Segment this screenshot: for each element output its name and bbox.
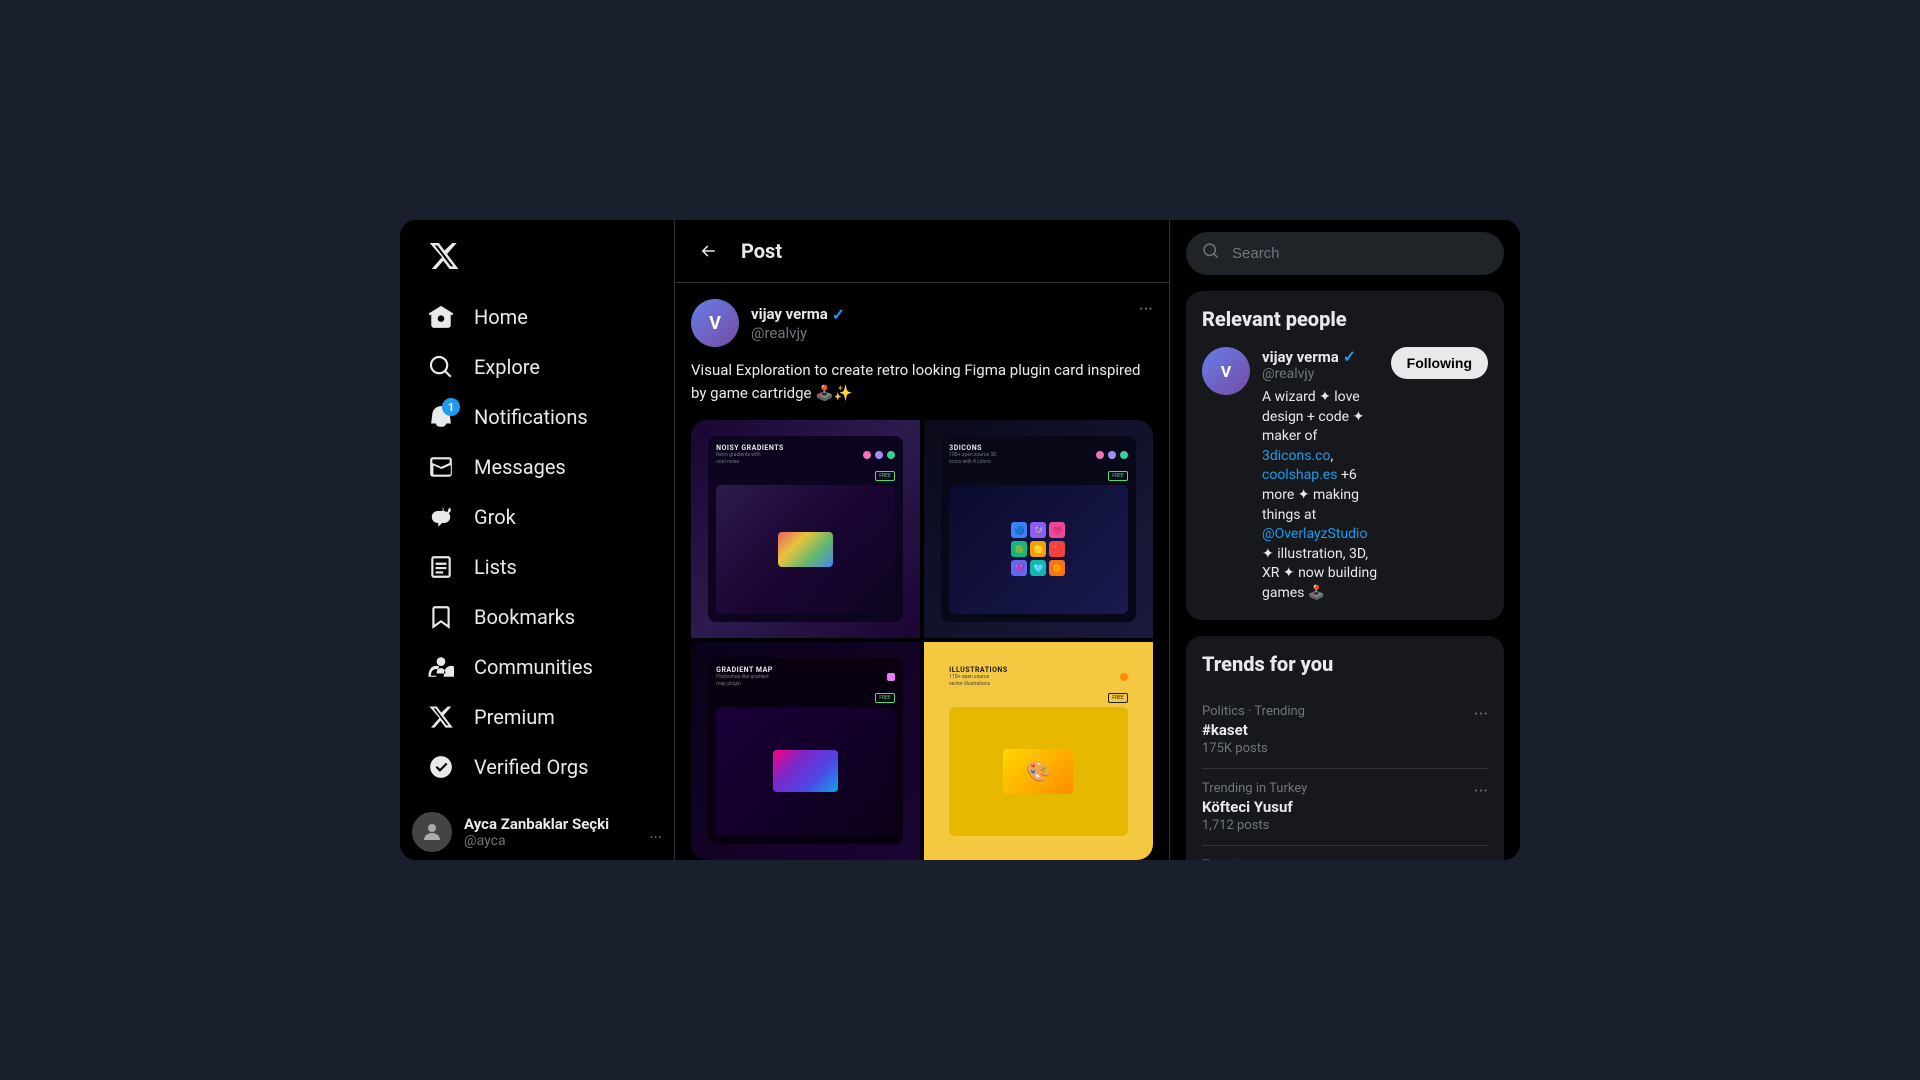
bookmark-icon <box>428 604 454 630</box>
trends-title: Trends for you <box>1202 652 1488 676</box>
nav-lists-label: Lists <box>474 555 517 579</box>
post-header: Post <box>675 220 1169 283</box>
nav-lists[interactable]: Lists <box>412 542 662 592</box>
trend-count-2: 1,712 posts <box>1202 818 1307 833</box>
tweet-author: V vijay verma ✓ @realvjy ··· <box>691 299 1153 347</box>
nav-explore-label: Explore <box>474 355 540 379</box>
card-illustrations[interactable]: ILLUSTRATIONS 110+ open sourcevector ill… <box>924 642 1153 860</box>
nav-messages-label: Messages <box>474 455 566 479</box>
nav-home[interactable]: Home <box>412 292 662 342</box>
home-icon <box>428 304 454 330</box>
search-input[interactable] <box>1232 245 1488 262</box>
trends-section: Trends for you Politics · Trending #kase… <box>1186 636 1504 860</box>
nav-premium[interactable]: Premium <box>412 692 662 742</box>
person-avatar: V <box>1202 347 1250 395</box>
post-page-title: Post <box>741 239 782 263</box>
tweet-images: NOISY GRADIENTS Retro gradients withcool… <box>691 420 1153 860</box>
person-info: vijay verma ✓ @realvjy A wizard ✦ love d… <box>1262 347 1379 604</box>
person-handle: @realvjy <box>1262 366 1379 382</box>
nav-messages[interactable]: Messages <box>412 442 662 492</box>
bio-link-1[interactable]: 3dicons.co <box>1262 448 1330 464</box>
card-noisy-gradients[interactable]: NOISY GRADIENTS Retro gradients withcool… <box>691 420 920 638</box>
verified-icon: ✓ <box>832 305 845 324</box>
nav-verified-orgs[interactable]: Verified Orgs <box>412 742 662 792</box>
trend-name-2: Köfteci Yusuf <box>1202 798 1307 816</box>
sidebar-more-icon: ... <box>649 823 662 842</box>
trend-item-3[interactable]: Trending WordPress 19.7K posts ··· <box>1202 846 1488 860</box>
nav-explore[interactable]: Explore <box>412 342 662 392</box>
sidebar-user-name: Ayca Zanbaklar Seçki <box>464 815 609 833</box>
nav-grok[interactable]: Grok <box>412 492 662 542</box>
sidebar: Home Explore Notifications 1 Message <box>400 220 675 860</box>
notifications-badge: 1 <box>442 398 460 416</box>
sidebar-user-avatar <box>412 812 452 852</box>
trend-meta-1: Politics · Trending <box>1202 704 1305 719</box>
main-content: Post V vijay verma ✓ @realvjy ··· Visual… <box>675 220 1170 860</box>
author-text: vijay verma ✓ @realvjy <box>751 305 845 342</box>
card-3dicons[interactable]: 3DICONS 100+ open source 3Dicons with 4 … <box>924 420 1153 638</box>
tweet-text: Visual Exploration to create retro looki… <box>691 359 1153 404</box>
trend-item-2[interactable]: Trending in Turkey Köfteci Yusuf 1,712 p… <box>1202 769 1488 846</box>
nav-notifications-label: Notifications <box>474 405 588 429</box>
trend-more-icon-2[interactable]: ··· <box>1474 781 1488 802</box>
sidebar-user[interactable]: Ayca Zanbaklar Seçki @ayca ... <box>412 804 662 860</box>
card-gradient-map[interactable]: GRADIENT MAP Photoshop-like gradientmap … <box>691 642 920 860</box>
bio-link-2[interactable]: coolshap.es <box>1262 467 1337 483</box>
search-icon <box>1202 242 1220 265</box>
sidebar-user-handle: @ayca <box>464 833 609 849</box>
app-window: Home Explore Notifications 1 Message <box>400 220 1520 860</box>
bio-link-3[interactable]: @OverlayzStudio <box>1262 526 1367 542</box>
tweet-more-button[interactable]: ··· <box>1139 299 1153 320</box>
trend-meta-3: Trending <box>1202 858 1276 860</box>
nav-bookmarks-label: Bookmarks <box>474 605 575 629</box>
trend-count-1: 175K posts <box>1202 741 1305 756</box>
author-name: vijay verma ✓ <box>751 305 845 324</box>
nav-verified-orgs-label: Verified Orgs <box>474 755 588 779</box>
mail-icon <box>428 454 454 480</box>
communities-icon <box>428 654 454 680</box>
person-verified-icon: ✓ <box>1343 347 1356 366</box>
premium-icon <box>428 704 454 730</box>
nav-bookmarks[interactable]: Bookmarks <box>412 592 662 642</box>
follow-button[interactable]: Following <box>1391 347 1488 379</box>
trend-more-icon-3[interactable]: ··· <box>1474 858 1488 860</box>
grok-icon <box>428 504 454 530</box>
nav-communities-label: Communities <box>474 655 593 679</box>
trend-more-icon-1[interactable]: ··· <box>1474 704 1488 725</box>
nav-notifications[interactable]: Notifications 1 <box>412 392 662 442</box>
nav-premium-label: Premium <box>474 705 555 729</box>
back-button[interactable] <box>691 234 725 268</box>
relevant-people-title: Relevant people <box>1202 307 1488 331</box>
author-avatar: V <box>691 299 739 347</box>
nav-communities[interactable]: Communities <box>412 642 662 692</box>
person-card: V vijay verma ✓ @realvjy A wizard ✦ love… <box>1202 347 1488 604</box>
trend-name-1: #kaset <box>1202 721 1305 739</box>
lists-icon <box>428 554 454 580</box>
author-handle: @realvjy <box>751 324 845 342</box>
trend-meta-2: Trending in Turkey <box>1202 781 1307 796</box>
trend-item-1[interactable]: Politics · Trending #kaset 175K posts ··… <box>1202 692 1488 769</box>
post-body: V vijay verma ✓ @realvjy ··· Visual Expl… <box>675 283 1169 860</box>
search-box[interactable] <box>1186 232 1504 275</box>
relevant-people-section: Relevant people V vijay verma ✓ @realvjy… <box>1186 291 1504 620</box>
nav-grok-label: Grok <box>474 505 516 529</box>
sidebar-user-info: Ayca Zanbaklar Seçki @ayca <box>464 815 609 849</box>
author-info: V vijay verma ✓ @realvjy <box>691 299 845 347</box>
person-name: vijay verma ✓ <box>1262 347 1379 366</box>
nav-menu: Home Explore Notifications 1 Message <box>412 292 662 860</box>
x-logo[interactable] <box>412 228 662 288</box>
verified-orgs-icon <box>428 754 454 780</box>
nav-home-label: Home <box>474 305 528 329</box>
explore-icon <box>428 354 454 380</box>
right-sidebar: Relevant people V vijay verma ✓ @realvjy… <box>1170 220 1520 860</box>
person-bio: A wizard ✦ love design + code ✦ maker of… <box>1262 388 1379 604</box>
